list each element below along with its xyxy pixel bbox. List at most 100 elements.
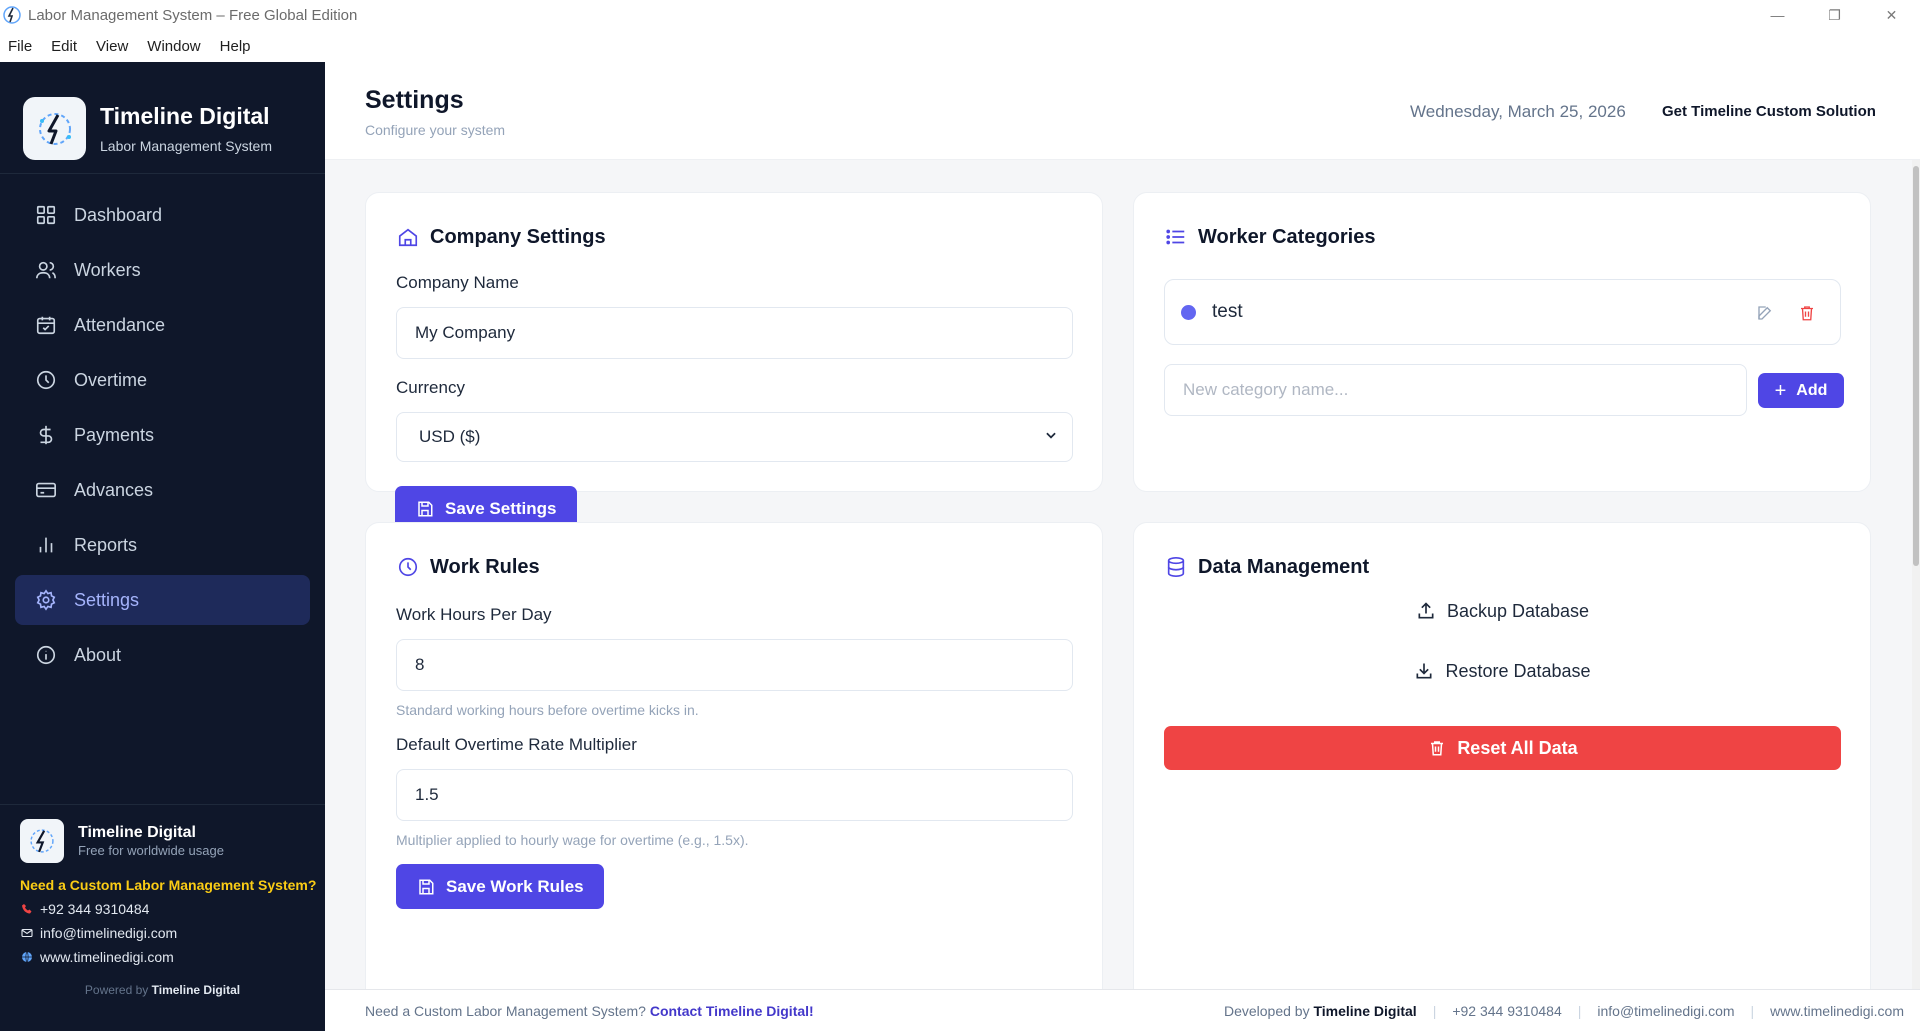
footer-cta: Need a Custom Labor Management System? C… <box>365 1003 814 1019</box>
reset-all-data-button[interactable]: Reset All Data <box>1164 726 1841 770</box>
menu-window[interactable]: Window <box>147 38 200 55</box>
info-icon <box>34 643 58 667</box>
sidebar-item-overtime[interactable]: Overtime <box>15 355 310 405</box>
mail-icon <box>20 926 34 940</box>
custom-system-cta: Need a Custom Labor Management System? <box>20 877 317 893</box>
sidebar-item-label: Reports <box>74 534 138 555</box>
powered-by: Powered by Timeline Digital <box>84 983 241 997</box>
close-button[interactable]: ✕ <box>1863 0 1920 30</box>
footer-phone[interactable]: +92 344 9310484 <box>1452 1003 1561 1019</box>
dollar-icon <box>34 423 58 447</box>
menu-edit[interactable]: Edit <box>51 38 77 55</box>
card-title: Work Rules <box>396 555 540 579</box>
sidebar-item-attendance[interactable]: Attendance <box>15 300 310 350</box>
footer-logo-icon <box>30 829 54 853</box>
brand-subtitle: Labor Management System <box>100 138 272 154</box>
currency-select[interactable]: USD ($) <box>396 412 1073 462</box>
app-logo-icon <box>3 6 21 24</box>
sidebar-brand: Timeline Digital Labor Management System <box>0 62 325 174</box>
category-color-dot <box>1181 304 1196 320</box>
restore-button[interactable]: ❐ <box>1806 0 1863 30</box>
window-titlebar: Labor Management System – Free Global Ed… <box>0 0 1920 30</box>
contact-link[interactable]: Contact Timeline Digital! <box>650 1003 814 1019</box>
sidebar-item-settings[interactable]: Settings <box>15 575 310 625</box>
sidebar-item-label: Settings <box>74 589 140 610</box>
footer-email[interactable]: info@timelinedigi.com <box>1597 1003 1734 1019</box>
company-name-label: Company Name <box>396 273 519 292</box>
brand-logo-icon <box>38 112 71 145</box>
sidebar-item-label: Overtime <box>74 369 148 390</box>
backup-database-button[interactable]: Backup Database <box>1134 600 1870 622</box>
card-title: Worker Categories <box>1164 225 1375 249</box>
dashboard-icon <box>34 203 58 227</box>
work-hours-hint: Standard working hours before overtime k… <box>396 702 699 718</box>
brand-title: Timeline Digital <box>100 103 270 129</box>
calendar-icon <box>34 313 58 337</box>
save-work-rules-button[interactable]: Save Work Rules <box>396 864 604 909</box>
contact-phone[interactable]: +92 344 9310484 <box>20 901 325 917</box>
work-rules-card: Work Rules Work Hours Per Day 8 Standard… <box>365 522 1103 1022</box>
main-content: Settings Configure your system Wednesday… <box>325 62 1920 1031</box>
sidebar-item-dashboard[interactable]: Dashboard <box>15 190 310 240</box>
window-title: Labor Management System – Free Global Ed… <box>28 6 358 24</box>
globe-icon <box>20 950 34 964</box>
trash-icon <box>1427 738 1447 758</box>
menu-view[interactable]: View <box>96 38 128 55</box>
clock-icon <box>34 368 58 392</box>
minimize-button[interactable]: — <box>1749 0 1806 30</box>
overtime-rate-label: Default Overtime Rate Multiplier <box>396 735 637 754</box>
company-name-input[interactable]: My Company <box>396 307 1073 359</box>
scrollbar-thumb[interactable] <box>1913 166 1919 566</box>
sidebar-item-payments[interactable]: Payments <box>15 410 310 460</box>
trash-icon[interactable] <box>1796 302 1818 324</box>
data-management-card: Data Management Backup Database Restore … <box>1133 522 1871 1022</box>
main-scrollbar[interactable] <box>1912 160 1920 1010</box>
window-controls: — ❐ ✕ <box>1749 0 1920 30</box>
contact-email[interactable]: info@timelinedigi.com <box>20 925 325 941</box>
company-settings-card: Company Settings Company Name My Company… <box>365 192 1103 492</box>
new-category-input[interactable]: New category name... <box>1164 364 1747 416</box>
work-hours-input[interactable]: 8 <box>396 639 1073 691</box>
currency-value: USD ($) <box>419 427 481 446</box>
overtime-rate-input[interactable]: 1.5 <box>396 769 1073 821</box>
phone-icon <box>20 902 34 916</box>
contact-web[interactable]: www.timelinedigi.com <box>20 949 325 965</box>
sidebar-item-about[interactable]: About <box>15 630 310 680</box>
sidebar-item-workers[interactable]: Workers <box>15 245 310 295</box>
sidebar-item-advances[interactable]: Advances <box>15 465 310 515</box>
workers-icon <box>34 258 58 282</box>
sidebar-item-label: Dashboard <box>74 204 163 225</box>
edit-icon[interactable] <box>1754 302 1776 324</box>
sidebar-item-label: Payments <box>74 424 155 445</box>
menu-help[interactable]: Help <box>220 38 251 55</box>
sidebar-item-label: Advances <box>74 479 154 500</box>
sidebar-item-label: About <box>74 644 122 665</box>
add-category-button[interactable]: + Add <box>1758 373 1844 408</box>
card-title: Data Management <box>1164 555 1369 579</box>
save-icon <box>416 877 436 897</box>
page-title: Settings <box>365 86 464 114</box>
sidebar-footer: Timeline Digital Free for worldwide usag… <box>0 804 325 997</box>
sidebar-nav: Dashboard Workers Attendance Overtime Pa… <box>0 174 325 680</box>
divider: | <box>1750 1003 1755 1019</box>
footer-web[interactable]: www.timelinedigi.com <box>1770 1003 1904 1019</box>
footer-brand-subtitle: Free for worldwide usage <box>78 843 224 858</box>
category-item: test <box>1164 279 1841 345</box>
page-footer: Need a Custom Labor Management System? C… <box>325 989 1920 1031</box>
developed-by: Developed by Timeline Digital <box>1223 1003 1417 1019</box>
sidebar-item-reports[interactable]: Reports <box>15 520 310 570</box>
database-icon <box>1164 555 1188 579</box>
menu-file[interactable]: File <box>8 38 32 55</box>
current-date: Wednesday, March 25, 2026 <box>1410 102 1626 121</box>
footer-logo <box>20 819 64 863</box>
chevron-down-icon <box>1044 427 1058 447</box>
page-subtitle: Configure your system <box>365 122 506 138</box>
divider: | <box>1577 1003 1582 1019</box>
restore-database-button[interactable]: Restore Database <box>1134 660 1870 682</box>
custom-solution-link[interactable]: Get Timeline Custom Solution <box>1662 103 1876 120</box>
sidebar: Timeline Digital Labor Management System… <box>0 62 325 1031</box>
category-name: test <box>1212 301 1243 322</box>
sidebar-item-label: Attendance <box>74 314 166 335</box>
gear-icon <box>34 588 58 612</box>
footer-info: Developed by Timeline Digital | +92 344 … <box>1224 1003 1904 1019</box>
